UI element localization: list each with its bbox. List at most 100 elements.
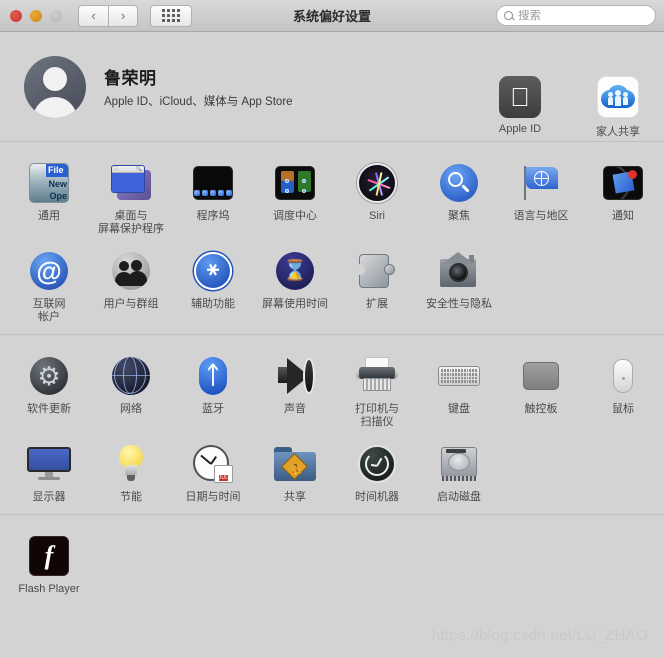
pref-label: Siri bbox=[369, 210, 385, 222]
pref-label: 聚焦 bbox=[448, 210, 470, 222]
preferences-row: FileNewOpe 通用 🔍 桌面与 屏幕保护程序 程序坞 bbox=[0, 154, 664, 242]
pref-internet-accounts[interactable]: @ 互联网 帐户 bbox=[8, 242, 90, 330]
grid-dots-icon bbox=[162, 9, 180, 22]
back-button[interactable]: ‹ bbox=[78, 4, 108, 27]
family-sharing-icon bbox=[597, 76, 639, 118]
pref-keyboard[interactable]: 键盘 bbox=[418, 347, 500, 435]
pref-screen-time[interactable]: ⌛ 屏幕使用时间 bbox=[254, 242, 336, 330]
pref-label: 软件更新 bbox=[27, 403, 71, 415]
pref-label: 共享 bbox=[284, 491, 306, 503]
navigation-buttons: ‹ › bbox=[78, 4, 138, 27]
pref-startup-disk[interactable]: 启动磁盘 bbox=[418, 435, 500, 510]
pref-time-machine[interactable]: 时间机器 bbox=[336, 435, 418, 510]
software-update-icon: ⚙ bbox=[26, 353, 72, 399]
pref-label: 时间机器 bbox=[355, 491, 399, 503]
minimize-button[interactable] bbox=[30, 9, 42, 22]
pref-general[interactable]: File New Ope 通用 bbox=[8, 154, 90, 242]
preferences-row: ⚙ 软件更新 网络 ᛏ 蓝牙 声音 打印机与 扫描仪 键盘 触控板 鼠标 bbox=[0, 347, 664, 435]
account-tiles:  Apple ID 家人共享 bbox=[484, 76, 654, 139]
search-icon bbox=[504, 11, 513, 20]
window-controls bbox=[10, 9, 62, 22]
pref-notifications[interactable]: 通知 bbox=[582, 154, 664, 242]
pref-trackpad[interactable]: 触控板 bbox=[500, 347, 582, 435]
siri-icon bbox=[354, 160, 400, 206]
displays-icon bbox=[26, 441, 72, 487]
pref-spotlight[interactable]: 聚焦 bbox=[418, 154, 500, 242]
preferences-row: f Flash Player bbox=[0, 527, 664, 602]
notifications-icon bbox=[600, 160, 646, 206]
energy-saver-icon bbox=[108, 441, 154, 487]
pref-label: 程序坞 bbox=[196, 210, 230, 222]
pref-dock[interactable]: 程序坞 bbox=[172, 154, 254, 242]
calendar-month: JUL bbox=[218, 475, 229, 481]
close-button[interactable] bbox=[10, 9, 22, 22]
show-all-button[interactable] bbox=[150, 4, 192, 27]
pref-label: 键盘 bbox=[448, 403, 470, 415]
general-icon: File New Ope bbox=[26, 160, 72, 206]
watermark: https://blog.csdn.net/LU_ZHAO bbox=[431, 627, 648, 644]
preferences-section-personal: FileNewOpe 通用 🔍 桌面与 屏幕保护程序 程序坞 bbox=[0, 142, 664, 335]
pref-label: 声音 bbox=[284, 403, 306, 415]
pref-label: 网络 bbox=[120, 403, 142, 415]
pref-label: 蓝牙 bbox=[202, 403, 224, 415]
printers-scanners-icon bbox=[354, 353, 400, 399]
time-machine-icon bbox=[354, 441, 400, 487]
account-header[interactable]: 鲁荣明 Apple ID、iCloud、媒体与 App Store  Appl… bbox=[0, 32, 664, 142]
preferences-section-third-party: f Flash Player bbox=[0, 515, 664, 606]
preferences-row: 显示器 节能 JUL 18 日期与时 bbox=[0, 435, 664, 510]
pref-sound[interactable]: 声音 bbox=[254, 347, 336, 435]
pref-label: 语言与地区 bbox=[513, 210, 569, 222]
mouse-icon bbox=[600, 353, 646, 399]
accessibility-icon: ⚹ bbox=[190, 248, 236, 294]
pref-accessibility[interactable]: ⚹ 辅助功能 bbox=[172, 242, 254, 330]
forward-button[interactable]: › bbox=[108, 4, 138, 27]
pref-energy-saver[interactable]: 节能 bbox=[90, 435, 172, 510]
pref-label: 屏幕使用时间 bbox=[262, 298, 328, 310]
keyboard-icon bbox=[436, 353, 482, 399]
titlebar: ‹ › 系统偏好设置 bbox=[0, 0, 664, 32]
apple-id-tile[interactable]:  Apple ID bbox=[484, 76, 556, 139]
users-groups-icon bbox=[108, 248, 154, 294]
pref-label: 通知 bbox=[612, 210, 634, 222]
account-subtitle: Apple ID、iCloud、媒体与 App Store bbox=[104, 96, 293, 108]
flash-player-icon: f bbox=[26, 533, 72, 579]
pref-network[interactable]: 网络 bbox=[90, 347, 172, 435]
pref-date-time[interactable]: JUL 18 日期与时间 bbox=[172, 435, 254, 510]
pref-label: 辅助功能 bbox=[191, 298, 235, 310]
pref-label: Flash Player bbox=[18, 583, 80, 595]
family-sharing-tile[interactable]: 家人共享 bbox=[582, 76, 654, 139]
pref-language-region[interactable]: 语言与地区 bbox=[500, 154, 582, 242]
spotlight-icon bbox=[436, 160, 482, 206]
mission-control-icon bbox=[272, 160, 318, 206]
pref-mouse[interactable]: 鼠标 bbox=[582, 347, 664, 435]
pref-label: 调度中心 bbox=[273, 210, 317, 222]
startup-disk-icon bbox=[436, 441, 482, 487]
trackpad-icon bbox=[518, 353, 564, 399]
pref-users-groups[interactable]: 用户与群组 bbox=[90, 242, 172, 330]
pref-label: 节能 bbox=[120, 491, 142, 503]
pref-label: 日期与时间 bbox=[185, 491, 241, 503]
pref-security-privacy[interactable]: 安全性与隐私 bbox=[418, 242, 500, 330]
pref-label: 鼠标 bbox=[612, 403, 634, 415]
pref-label: 互联网 帐户 bbox=[32, 298, 66, 323]
pref-label: 桌面与 屏幕保护程序 bbox=[98, 210, 164, 235]
pref-bluetooth[interactable]: ᛏ 蓝牙 bbox=[172, 347, 254, 435]
pref-siri[interactable]: Siri bbox=[336, 154, 418, 242]
pref-extensions[interactable]: 扩展 bbox=[336, 242, 418, 330]
pref-mission-control[interactable]: 调度中心 bbox=[254, 154, 336, 242]
pref-label: 通用 bbox=[38, 210, 60, 222]
pref-label: 打印机与 扫描仪 bbox=[355, 403, 399, 428]
desktop-screensaver-icon: 🔍 bbox=[108, 160, 154, 206]
search-field[interactable] bbox=[496, 5, 656, 26]
search-input[interactable] bbox=[518, 9, 648, 22]
screen-time-icon: ⌛ bbox=[272, 248, 318, 294]
pref-printers-scanners[interactable]: 打印机与 扫描仪 bbox=[336, 347, 418, 435]
pref-flash-player[interactable]: f Flash Player bbox=[8, 527, 90, 602]
sound-icon bbox=[272, 353, 318, 399]
pref-software-update[interactable]: ⚙ 软件更新 bbox=[8, 347, 90, 435]
zoom-button[interactable] bbox=[50, 9, 62, 22]
pref-desktop-screensaver[interactable]: 🔍 桌面与 屏幕保护程序 bbox=[90, 154, 172, 242]
account-name: 鲁荣明 bbox=[104, 69, 157, 88]
pref-displays[interactable]: 显示器 bbox=[8, 435, 90, 510]
pref-sharing[interactable]: ⛹ 共享 bbox=[254, 435, 336, 510]
